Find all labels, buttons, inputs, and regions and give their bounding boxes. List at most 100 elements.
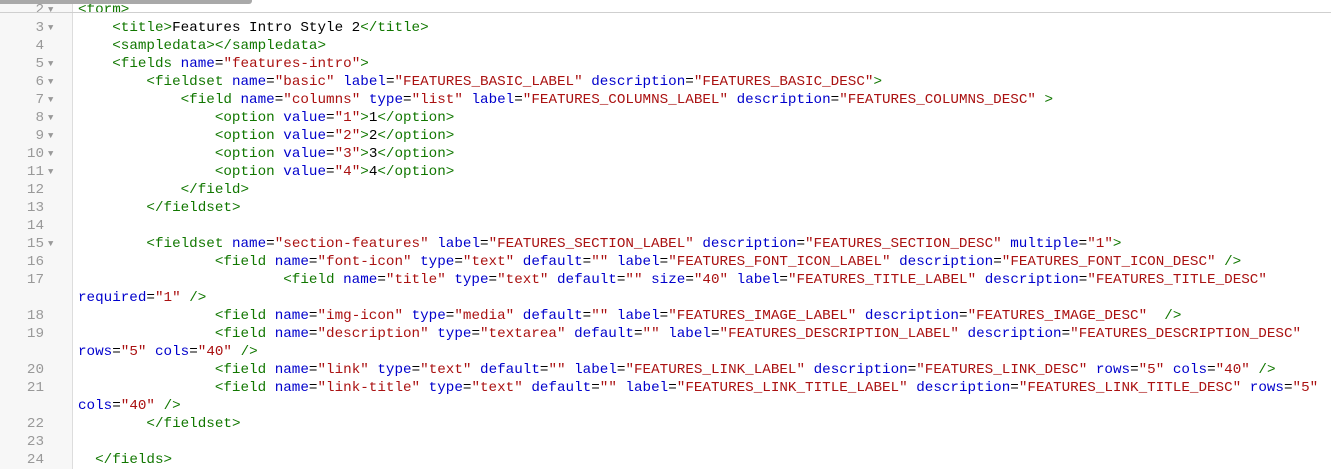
code-editor[interactable]: 2 ▼ <form> 3 ▼ <title>Features Intro Style 2… (0, 1, 1331, 469)
xml-equals: = (146, 290, 155, 306)
xml-tag: > (163, 452, 173, 468)
xml-string: "description" (317, 326, 429, 342)
fold-arrow-icon[interactable]: ▼ (44, 145, 72, 163)
xml-string: "40" (1215, 362, 1250, 378)
code-line: 4 <sampledata></sampledata> (0, 37, 1331, 55)
xml-tag: </title (360, 20, 421, 36)
xml-attribute: description (899, 254, 994, 270)
fold-arrow-icon[interactable]: ▼ (44, 235, 72, 253)
xml-attribute: label (625, 380, 669, 396)
xml-tag: </option (377, 110, 446, 126)
xml-equals: = (403, 92, 412, 108)
xml-string: "FEATURES_IMAGE_LABEL" (668, 308, 857, 324)
xml-tag: > (873, 74, 882, 90)
xml-attribute: value (283, 110, 327, 126)
line-text: <field name="link" type="text" default="… (72, 361, 1331, 379)
line-text: <option value="4">4</option> (214, 164, 455, 180)
xml-equals: = (1283, 380, 1293, 396)
xml-tag: > (163, 20, 173, 36)
xml-string: "text" (420, 362, 472, 378)
xml-equals: = (189, 344, 198, 360)
xml-equals: = (796, 236, 805, 252)
xml-attribute: label (668, 326, 711, 342)
xml-string: "font-icon" (317, 254, 412, 270)
xml-attribute: cols (1172, 362, 1208, 378)
line-number: 18 (26, 308, 44, 324)
xml-attribute: description (591, 74, 686, 90)
xml-tag: > (420, 20, 429, 36)
xml-string: "" (599, 380, 617, 396)
line-number: 23 (26, 434, 44, 450)
xml-tag: <fields (112, 56, 173, 72)
xml-equals: = (659, 254, 669, 270)
xml-attribute: name (231, 236, 267, 252)
xml-equals: = (1078, 236, 1088, 252)
xml-tag: </fieldset (146, 416, 232, 432)
line-text: <field name = "img-icon" type = "media" defa… (72, 307, 1331, 325)
xml-equals: = (710, 326, 720, 342)
xml-string: "40" (197, 344, 232, 360)
line-number: 16 (26, 254, 44, 270)
xml-equals: = (582, 254, 592, 270)
xml-tag: > (231, 416, 241, 432)
xml-attribute: label (437, 236, 480, 252)
xml-equals: = (326, 110, 335, 126)
code-line: 7 ▼ <field name="columns" type="list" lab… (0, 91, 1331, 109)
xml-string: "1" (154, 290, 181, 306)
xml-string: "5" (120, 344, 147, 360)
fold-arrow-icon[interactable]: ▼ (44, 73, 72, 91)
xml-tag: > (360, 110, 369, 126)
fold-arrow-icon[interactable]: ▼ (44, 127, 72, 145)
code-line: 5 ▼ <fields name="features-intro"> (0, 55, 1331, 73)
xml-string: "columns" (283, 92, 361, 108)
code-line: 12 </field> (0, 181, 1331, 199)
fold-arrow-icon[interactable]: ▼ (44, 91, 72, 109)
xml-string: "features-intro" (223, 56, 361, 72)
line-number: 11 (26, 164, 44, 180)
xml-string: "FEATURES_DESCRIPTION_DESC" (1070, 326, 1302, 342)
line-number: 19 (26, 326, 44, 342)
code-line: 21 <field name = "link-title" type = "text" … (0, 379, 1331, 415)
xml-string: "FEATURES_BASIC_DESC" (693, 74, 874, 90)
code-line: 8 ▼ <option value="1">1</option> (0, 109, 1331, 127)
xml-string: "basic" (274, 74, 335, 90)
xml-attribute: rows (1095, 362, 1131, 378)
xml-tag: > (206, 38, 215, 54)
line-text: <option value="1">1</option> (214, 110, 455, 126)
xml-tag: <field (214, 362, 267, 378)
xml-attribute: value (283, 164, 327, 180)
xml-tag: > (445, 164, 455, 180)
xml-tag: <field (214, 254, 267, 270)
xml-tag: > (317, 38, 327, 54)
xml-equals: = (582, 308, 592, 324)
fold-arrow-icon[interactable]: ▼ (44, 163, 72, 181)
xml-attribute: name (274, 254, 309, 270)
xml-attribute: size (651, 272, 686, 288)
line-text: </field> (72, 181, 1331, 199)
xml-attribute: required (78, 290, 147, 306)
xml-equals: = (591, 380, 600, 396)
xml-equals: = (471, 326, 480, 342)
fold-arrow-icon[interactable]: ▼ (44, 55, 72, 73)
xml-tag: </field (180, 182, 241, 198)
line-text: <field name="font-icon" type="text" defa… (72, 253, 1331, 271)
xml-attribute: default (522, 254, 583, 270)
line-text: <option value="3">3</option> (214, 146, 455, 162)
horizontal-scrollbar[interactable] (0, 0, 252, 4)
fold-arrow-icon[interactable]: ▼ (44, 109, 72, 127)
xml-tag: <title (112, 20, 164, 36)
line-text: </fieldset> (72, 415, 1331, 433)
line-number: 14 (26, 218, 44, 234)
fold-arrow-icon[interactable]: ▼ (44, 19, 72, 37)
line-number: 17 (26, 272, 44, 288)
xml-attribute: cols (78, 398, 113, 414)
xml-attribute: name (180, 56, 215, 72)
xml-attribute: label (343, 74, 386, 90)
xml-string: "3" (334, 146, 361, 162)
xml-attribute: description (736, 92, 831, 108)
xml-tag: /> (1258, 362, 1276, 378)
xml-attribute: name (343, 272, 378, 288)
